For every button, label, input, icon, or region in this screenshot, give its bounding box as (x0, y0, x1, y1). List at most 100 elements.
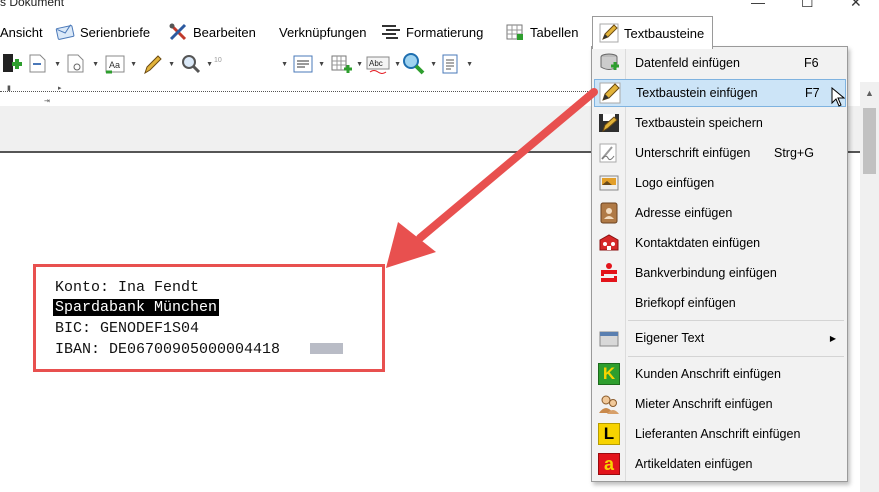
font-button[interactable]: Aa ▼ (104, 52, 137, 76)
save-textblock-icon (597, 111, 621, 135)
menu-item-label: Mieter Anschrift einfügen (635, 397, 773, 411)
menu-item-label: Kontaktdaten einfügen (635, 236, 761, 250)
chevron-down-icon: ▼ (466, 61, 473, 68)
bic-line[interactable]: BIC: GENODEF1S04 (55, 320, 199, 337)
menu-item-label: Kunden Anschrift einfügen (635, 367, 781, 381)
badge-letter: K (602, 364, 616, 383)
iban-line[interactable]: IBAN: DE06700905000004418 (55, 341, 280, 358)
scroll-up-icon[interactable]: ▲ (865, 88, 874, 98)
menu-separator (628, 356, 844, 357)
address-book-icon (597, 201, 621, 225)
menu-item-label: Adresse einfügen (635, 206, 733, 220)
chevron-down-icon: ▼ (356, 61, 363, 68)
menu-ansicht[interactable]: Ansicht (0, 16, 43, 48)
insert-document-button[interactable] (0, 52, 22, 76)
window-title: s Dokument (0, 0, 65, 9)
contact-data-icon (597, 231, 621, 255)
pencil-icon (599, 23, 619, 43)
chevron-down-icon: ▼ (281, 61, 288, 68)
font-size-select[interactable]: 10 ▼ (212, 52, 288, 76)
ruler-indent-marker[interactable]: ⇥ (44, 97, 50, 105)
menu-item-label: Artikeldaten einfügen (635, 457, 753, 471)
page-options-button[interactable]: ▼ (66, 52, 99, 76)
signature-icon (597, 141, 621, 165)
new-page-button[interactable]: ▼ (28, 52, 61, 76)
chevron-down-icon: ▼ (54, 61, 61, 68)
menu-item-label: Bankverbindung einfügen (635, 266, 777, 280)
menu-item-unterschrift-einfuegen[interactable]: Unterschrift einfügen Strg+G (594, 139, 846, 167)
minimize-button[interactable]: — (751, 0, 765, 10)
menu-formatierung[interactable]: Formatierung (381, 16, 483, 48)
menu-item-mieter-anschrift[interactable]: Mieter Anschrift einfügen (594, 390, 846, 418)
table-add-icon (331, 55, 352, 73)
submenu-arrow-icon: ▶ (829, 333, 836, 343)
menu-item-textbaustein-einfuegen[interactable]: Textbaustein einfügen F7 (594, 79, 846, 107)
zoom-button[interactable]: ▼ (180, 52, 213, 76)
close-button[interactable]: ✕ (850, 0, 862, 11)
tenants-icon (597, 392, 621, 416)
title-bar: s Dokument — ☐ ✕ (0, 0, 879, 12)
page-gear-icon (67, 54, 84, 73)
menu-item-briefkopf-einfuegen[interactable]: Briefkopf einfügen (594, 289, 846, 317)
ruler-mark: ▮ (7, 85, 11, 92)
menu-item-label: Eigener Text (635, 331, 705, 345)
ruler-ticks (0, 91, 600, 93)
menu-item-eigener-text[interactable]: Eigener Text ▶ (594, 324, 846, 352)
insert-table-button[interactable]: ▼ (330, 52, 363, 76)
highlight-pen-button[interactable]: ▼ (142, 52, 175, 76)
menu-tabellen[interactable]: Tabellen (505, 16, 578, 48)
menu-item-bankverbindung-einfuegen[interactable]: Bankverbindung einfügen (594, 259, 846, 287)
redacted-iban-digits (310, 343, 343, 354)
search-icon (403, 53, 425, 75)
menu-formatierung-label: Formatierung (406, 24, 484, 40)
menu-item-logo-einfuegen[interactable]: Logo einfügen (594, 169, 846, 197)
vertical-scrollbar[interactable]: ▲ (860, 82, 879, 492)
menu-serienbriefe[interactable]: Serienbriefe (55, 16, 150, 48)
paragraph-icon (293, 55, 313, 73)
badge-letter: L (603, 424, 615, 443)
menu-item-label: Logo einfügen (635, 176, 715, 190)
menu-item-label: Briefkopf einfügen (635, 296, 736, 310)
menu-item-adresse-einfuegen[interactable]: Adresse einfügen (594, 199, 846, 227)
menu-bearbeiten-label: Bearbeiten (193, 24, 256, 40)
account-line[interactable]: Konto: Ina Fendt (55, 279, 199, 296)
menu-item-datenfeld-einfuegen[interactable]: Datenfeld einfügen F6 (594, 49, 846, 77)
chevron-down-icon: ▼ (394, 61, 401, 68)
textbausteine-dropdown: Datenfeld einfügen F6 Textbaustein einfü… (591, 46, 848, 482)
document-lines-icon (442, 54, 458, 74)
scroll-thumb[interactable] (863, 108, 876, 174)
menu-item-artikeldaten[interactable]: a Artikeldaten einfügen (594, 450, 846, 478)
menu-item-textbaustein-speichern[interactable]: Textbaustein speichern (594, 109, 846, 137)
maximize-button[interactable]: ☐ (801, 0, 814, 11)
menu-item-lieferanten-anschrift[interactable]: L Lieferanten Anschrift einfügen (594, 420, 846, 448)
spellcheck-button[interactable]: Abc ▼ (366, 52, 401, 76)
menu-item-label: Unterschrift einfügen (635, 146, 751, 160)
letter-a-icon: a (597, 452, 621, 476)
page-arrow-icon (29, 54, 46, 73)
document-props-button[interactable]: ▼ (440, 52, 473, 76)
menu-item-label: Textbaustein speichern (635, 116, 763, 130)
chevron-down-icon: ▼ (130, 61, 137, 68)
menu-separator (628, 320, 844, 321)
paragraph-format-icon (381, 22, 401, 42)
menu-textbausteine[interactable]: Textbausteine (592, 16, 714, 49)
paragraph-button[interactable]: ▼ (292, 52, 325, 76)
chevron-down-icon: ▼ (92, 61, 99, 68)
menu-tabellen-label: Tabellen (530, 24, 579, 40)
menu-bearbeiten[interactable]: Bearbeiten (168, 16, 256, 48)
pen-icon (144, 55, 162, 75)
horizontal-ruler[interactable]: ▮ ▸ ⇥ (0, 82, 600, 106)
bank-name-line-selected[interactable]: Spardabank München (53, 299, 220, 316)
mouse-cursor-icon (831, 87, 845, 107)
ruler-tab-stop: ▸ (58, 85, 62, 92)
magnifier-icon (182, 55, 201, 74)
font-aa-icon: Aa (105, 55, 125, 74)
menu-item-kontaktdaten-einfuegen[interactable]: Kontaktdaten einfügen (594, 229, 846, 257)
logo-image-icon (597, 171, 621, 195)
pencil-icon (598, 81, 622, 105)
envelope-icon (55, 22, 75, 42)
svg-text:Aa: Aa (109, 60, 120, 70)
search-replace-button[interactable]: ▼ (402, 52, 437, 76)
menu-item-kunden-anschrift[interactable]: K Kunden Anschrift einfügen (594, 360, 846, 388)
menu-verknuepfungen[interactable]: Verknüpfungen (279, 16, 366, 48)
